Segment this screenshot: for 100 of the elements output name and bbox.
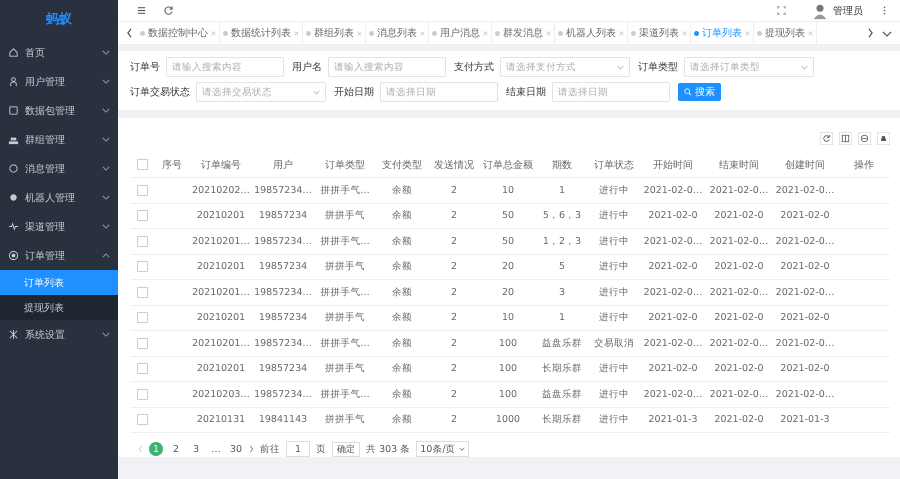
- table-cell: 交易取消: [594, 338, 634, 349]
- input-field[interactable]: 请选择日期: [552, 82, 670, 102]
- menu-icon[interactable]: [136, 5, 147, 16]
- filter-label: 订单号: [130, 60, 160, 74]
- table-cell: 20210201: [196, 312, 246, 324]
- submenu-item[interactable]: 提现列表: [0, 295, 118, 320]
- close-icon[interactable]: [619, 30, 624, 36]
- select-field[interactable]: 请选择订单类型: [684, 57, 814, 77]
- close-icon[interactable]: [546, 30, 551, 36]
- chevron-icon: [102, 79, 110, 84]
- table-cell: 1000: [496, 414, 520, 426]
- sidebar-item[interactable]: 消息管理: [0, 154, 118, 183]
- select-all-checkbox[interactable]: [136, 159, 148, 170]
- tab[interactable]: 数据控制中心: [137, 22, 220, 44]
- previous-page-icon[interactable]: [138, 445, 143, 453]
- scroll-left-icon[interactable]: [126, 28, 133, 38]
- page-number[interactable]: …: [209, 442, 223, 456]
- select-field[interactable]: 请选择交易状态: [196, 82, 326, 102]
- tab[interactable]: 群发消息: [492, 22, 555, 44]
- chevron-icon: [102, 137, 110, 142]
- row-checkbox[interactable]: [136, 388, 148, 400]
- row-checkbox[interactable]: [136, 286, 148, 298]
- columns-icon[interactable]: [839, 132, 852, 145]
- table-cell: 2021-02-0…: [644, 236, 702, 247]
- table-cell: 余额: [392, 338, 412, 349]
- row-checkbox[interactable]: [136, 363, 148, 374]
- avatar-icon[interactable]: [811, 2, 829, 20]
- row-checkbox[interactable]: [136, 236, 148, 247]
- sidebar-item[interactable]: 群组管理: [0, 125, 118, 154]
- page-unit: 页: [316, 442, 326, 456]
- tab[interactable]: 消息列表: [366, 22, 429, 44]
- sidebar-item[interactable]: 系统设置: [0, 320, 118, 349]
- row-checkbox[interactable]: [136, 414, 148, 426]
- refresh-icon[interactable]: [163, 5, 174, 16]
- confirm-button[interactable]: 确定: [332, 442, 360, 456]
- page-number[interactable]: 30: [229, 442, 243, 456]
- tab[interactable]: 渠道列表: [628, 22, 691, 44]
- row-checkbox[interactable]: [136, 338, 148, 349]
- table-cell: 余额: [392, 236, 412, 247]
- close-icon[interactable]: [682, 30, 687, 36]
- scroll-right-icon[interactable]: [867, 28, 874, 38]
- input-field[interactable]: 请输入搜索内容: [328, 57, 446, 77]
- table-cell: 2021-01-3: [648, 414, 698, 426]
- table-cell: 拼拼手气…: [320, 388, 370, 400]
- page-number[interactable]: 2: [169, 442, 183, 456]
- table-cell: 2021-02-0…: [644, 184, 702, 196]
- table-cell: 2021-02-0: [714, 414, 764, 426]
- tab[interactable]: 群组列表: [303, 22, 366, 44]
- sidebar-item[interactable]: 机器人管理: [0, 183, 118, 212]
- table-cell: 进行中: [599, 388, 629, 400]
- page-number[interactable]: 3: [189, 442, 203, 456]
- tab[interactable]: 用户消息: [429, 22, 492, 44]
- input-field[interactable]: 请选择日期: [380, 82, 498, 102]
- user-name[interactable]: 管理员: [833, 4, 863, 18]
- close-icon[interactable]: [808, 30, 813, 36]
- close-icon[interactable]: [483, 30, 488, 36]
- sidebar-item[interactable]: 订单管理: [0, 241, 118, 270]
- table-cell: 进行中: [599, 236, 629, 247]
- row-checkbox[interactable]: [136, 312, 148, 324]
- close-icon[interactable]: [294, 30, 299, 36]
- close-icon[interactable]: [357, 30, 362, 36]
- select-field[interactable]: 请选择支付方式: [500, 57, 630, 77]
- table-cell: 2: [450, 312, 458, 324]
- table-cell: 余额: [392, 312, 412, 324]
- tab[interactable]: 提现列表: [754, 22, 817, 44]
- sidebar-item[interactable]: 渠道管理: [0, 212, 118, 241]
- table-cell: 2: [450, 184, 458, 196]
- sidebar-item[interactable]: 首页: [0, 38, 118, 67]
- tab[interactable]: 数据统计列表: [220, 22, 303, 44]
- page-size-select[interactable]: 10条/页: [416, 441, 469, 457]
- table-cell: 2021-02-0…: [710, 236, 768, 247]
- dropdown-icon[interactable]: [882, 30, 892, 36]
- table-cell: 20: [502, 261, 514, 272]
- table-cell: 长期乐群: [542, 363, 582, 374]
- row-checkbox[interactable]: [136, 261, 148, 272]
- table-cell: 19857234: [258, 261, 308, 272]
- table-cell: 2021-02-0…: [644, 338, 702, 349]
- table-cell: 20210201…: [192, 236, 250, 247]
- page-input[interactable]: 1: [286, 441, 310, 457]
- table-cell: 20210201: [196, 210, 246, 222]
- box-icon: [8, 105, 19, 116]
- column-header: 订单编号: [190, 153, 252, 178]
- close-icon[interactable]: [745, 30, 750, 36]
- row-checkbox[interactable]: [136, 184, 148, 196]
- close-icon[interactable]: [420, 30, 425, 36]
- table-cell: 20210201: [196, 363, 246, 374]
- chevron-icon: [102, 332, 110, 337]
- table-cell: 2021-02-0…: [710, 286, 768, 298]
- row-checkbox[interactable]: [136, 210, 148, 222]
- table-cell: 19857234…: [254, 184, 312, 196]
- sidebar-item[interactable]: 用户管理: [0, 67, 118, 96]
- next-page-icon[interactable]: [249, 445, 254, 453]
- tab[interactable]: 机器人列表: [555, 22, 628, 44]
- input-field[interactable]: 请输入搜索内容: [166, 57, 284, 77]
- table-cell: 2021-02-0: [780, 363, 830, 374]
- column-header: 开始时间: [640, 153, 706, 178]
- close-icon[interactable]: [211, 30, 216, 36]
- caret-icon: [458, 447, 465, 451]
- fullscreen-icon[interactable]: [776, 5, 787, 16]
- sidebar-item[interactable]: 数据包管理: [0, 96, 118, 125]
